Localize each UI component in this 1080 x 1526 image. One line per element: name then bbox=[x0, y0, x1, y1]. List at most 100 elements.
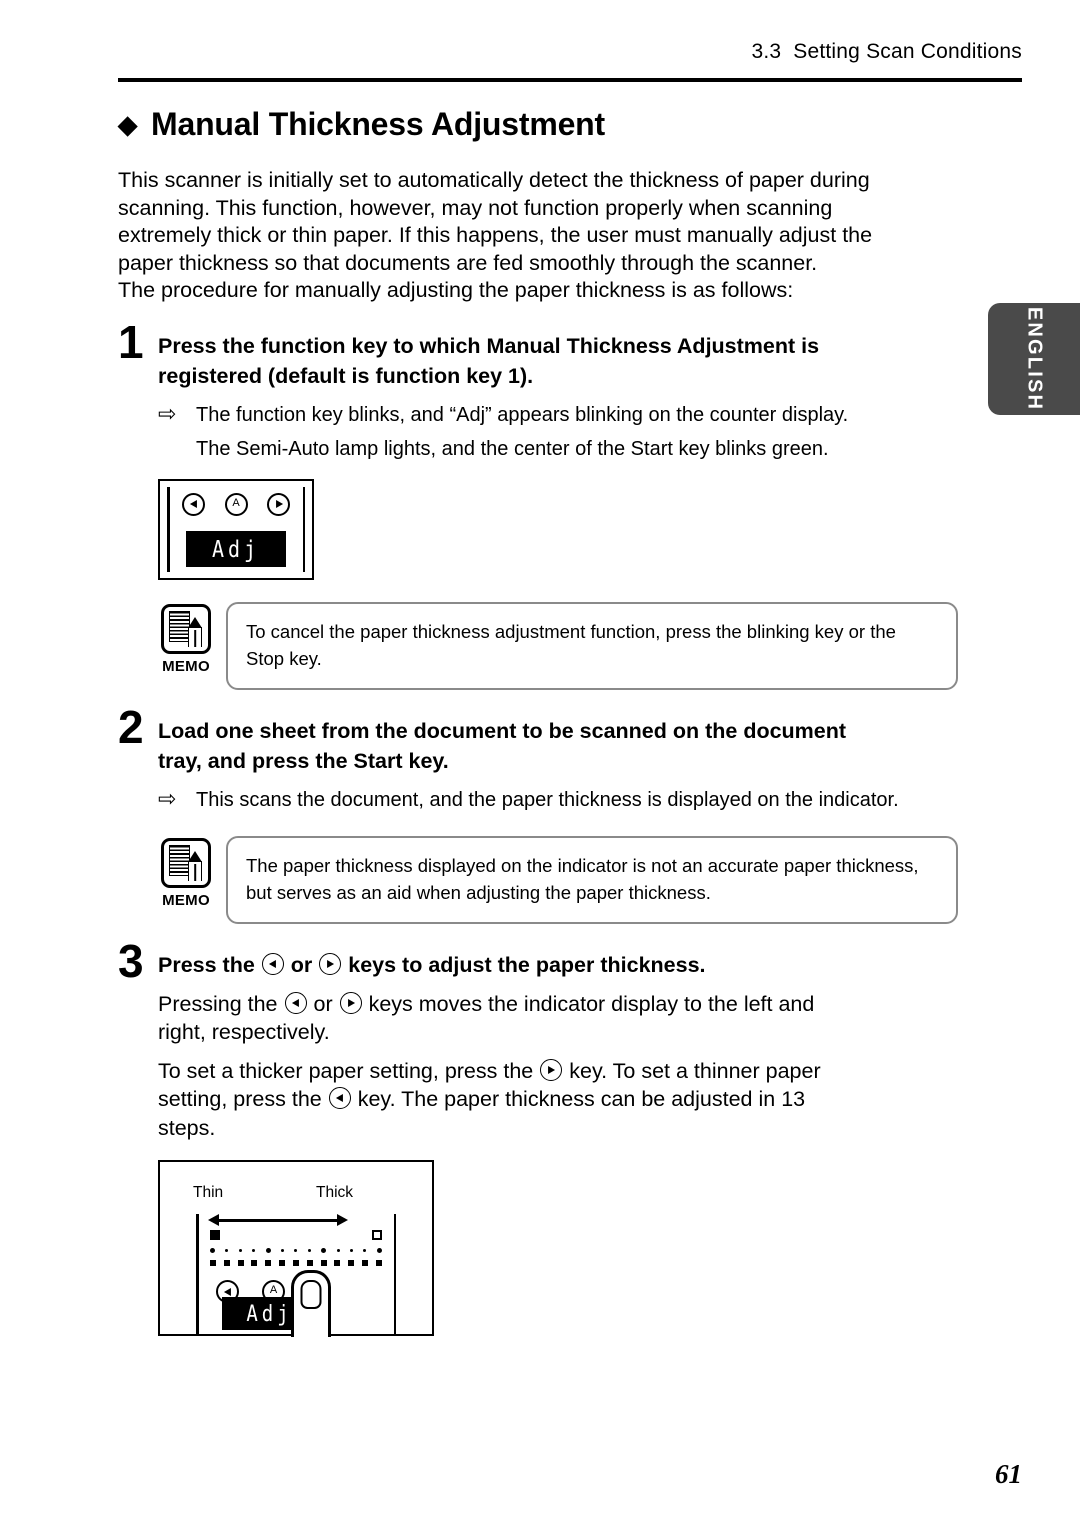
counter-display-text: Adj bbox=[246, 1300, 293, 1327]
indicator-dot bbox=[265, 1248, 271, 1253]
step-1-number: 1 bbox=[118, 315, 144, 368]
indicator-dot bbox=[307, 1249, 311, 1252]
label-thin: Thin bbox=[193, 1184, 224, 1201]
step-3-paragraph-2: To set a thicker paper setting, press th… bbox=[158, 1057, 958, 1143]
result-arrow-icon: ⇨ bbox=[158, 785, 177, 811]
step-1-title-line-1: Press the function key to which Manual T… bbox=[158, 333, 820, 358]
header-section-number: 3.3 bbox=[751, 40, 782, 63]
step-3-p2-pre: To set a thicker paper setting, press th… bbox=[158, 1058, 534, 1083]
filled-square-marker-icon bbox=[210, 1230, 220, 1240]
step-3-title: Press the or keys to adjust the paper th… bbox=[158, 950, 958, 980]
finger-pressing-right-key-icon bbox=[291, 1270, 331, 1337]
indicator-dot bbox=[252, 1249, 256, 1252]
right-arrow-key-icon bbox=[540, 1058, 563, 1081]
memo-2-line-2: but serves as an aid when adjusting the … bbox=[246, 881, 711, 903]
memo-2-line-1: The paper thickness displayed on the ind… bbox=[246, 854, 919, 876]
fingernail-icon bbox=[300, 1280, 322, 1309]
step-2-result-text: This scans the document, and the paper t… bbox=[196, 788, 899, 811]
language-side-tab-label: ENGLISH bbox=[1023, 306, 1046, 412]
hollow-square-marker-icon bbox=[372, 1230, 382, 1240]
pencil-body-icon bbox=[188, 860, 202, 881]
pencil-body-icon bbox=[188, 626, 202, 647]
indicator-square bbox=[362, 1260, 369, 1266]
indicator-square bbox=[279, 1260, 286, 1266]
step-3-p1-pre: Pressing the bbox=[158, 991, 278, 1016]
memo-label-1: MEMO bbox=[162, 657, 210, 675]
step-1: 1 Press the function key to which Manual… bbox=[118, 319, 958, 690]
indicator-square bbox=[375, 1260, 382, 1266]
step-3-title-post: keys to adjust the paper thickness. bbox=[348, 952, 706, 977]
step-3: 3 Press the or keys to adjust the paper … bbox=[118, 938, 958, 1337]
indicator-square bbox=[306, 1260, 313, 1266]
step-3-p1-line-2: right, respectively. bbox=[158, 1020, 330, 1044]
indicator-square-row bbox=[210, 1260, 382, 1266]
indicator-dot bbox=[350, 1249, 354, 1252]
step-2-title-line-1: Load one sheet from the document to be s… bbox=[158, 718, 847, 743]
memo-icon-wrap-1: MEMO bbox=[158, 602, 214, 675]
step-3-title-mid: or bbox=[290, 952, 313, 977]
indicator-end-markers bbox=[210, 1230, 382, 1241]
step-1-result: ⇨ The function key blinks, and “Adj” app… bbox=[158, 401, 958, 429]
step-3-p2-mid: key. To set a thinner paper bbox=[569, 1058, 821, 1083]
step-3-title-pre: Press the bbox=[158, 952, 255, 977]
left-arrow-key-icon bbox=[182, 492, 205, 516]
memo-1-line-2: Stop key. bbox=[246, 647, 322, 669]
indicator-dot bbox=[336, 1249, 340, 1252]
indicator-square bbox=[320, 1260, 327, 1266]
left-arrow-key-icon bbox=[328, 1087, 351, 1109]
step-2-title: Load one sheet from the document to be s… bbox=[158, 716, 958, 776]
label-thick: Thick bbox=[316, 1184, 354, 1201]
memo-document-pencil-icon bbox=[161, 837, 211, 888]
panel-rail-left bbox=[167, 486, 170, 572]
step-3-p2-line-2: setting, press the key. The paper thickn… bbox=[158, 1085, 958, 1114]
diamond-bullet-icon: ◆ bbox=[118, 111, 138, 139]
memo-text-box-1: To cancel the paper thickness adjustment… bbox=[226, 601, 958, 690]
step-1-title: Press the function key to which Manual T… bbox=[158, 331, 958, 391]
header-divider-rule bbox=[118, 78, 1022, 82]
panel-rail-right bbox=[393, 1214, 396, 1334]
step-3-p2-line2-pre: setting, press the bbox=[158, 1087, 322, 1111]
step-3-p1-line-1: Pressing the or keys moves the indicator… bbox=[158, 990, 958, 1019]
arrow-head-right bbox=[337, 1214, 348, 1226]
left-arrow-key-icon bbox=[284, 991, 307, 1014]
memo-1-line-1: To cancel the paper thickness adjustment… bbox=[246, 620, 896, 642]
result-arrow-icon: ⇨ bbox=[158, 400, 177, 426]
step-1-result-sub: The Semi-Auto lamp lights, and the cente… bbox=[196, 437, 829, 460]
panel-button-row: A bbox=[182, 492, 290, 516]
panel-rail-right bbox=[302, 486, 305, 572]
page-number: 61 bbox=[995, 1459, 1022, 1489]
indicator-square bbox=[292, 1260, 299, 1266]
figure-thickness-panel: Thin Thick A Adj bbox=[158, 1160, 434, 1337]
figure-control-panel: A Adj bbox=[158, 478, 314, 580]
right-arrow-key-icon bbox=[339, 991, 362, 1014]
step-2-number: 2 bbox=[118, 700, 144, 753]
memo-text-box-2: The paper thickness displayed on the ind… bbox=[226, 835, 958, 924]
indicator-dot bbox=[363, 1249, 367, 1252]
indicator-dot bbox=[294, 1249, 298, 1252]
indicator-dot bbox=[210, 1248, 215, 1253]
indicator-square bbox=[251, 1260, 258, 1266]
memo-block-1: MEMO To cancel the paper thickness adjus… bbox=[158, 601, 958, 690]
page-title: ◆ Manual Thickness Adjustment bbox=[118, 106, 958, 143]
step-3-p2-line2-post: key. The paper thickness can be adjusted… bbox=[357, 1087, 806, 1111]
intro-line-3: extremely thick or thin paper. If this h… bbox=[118, 223, 873, 247]
indicator-dot bbox=[321, 1248, 327, 1253]
memo-block-2: MEMO The paper thickness displayed on th… bbox=[158, 835, 958, 924]
step-3-p1-post: keys moves the indicator display to the … bbox=[368, 991, 815, 1016]
indicator-dot-row bbox=[210, 1248, 382, 1253]
counter-display: Adj bbox=[186, 530, 286, 567]
indicator-dot bbox=[225, 1249, 229, 1252]
step-1-title-line-2: registered (default is function key 1). bbox=[158, 363, 534, 388]
step-3-title-line-1: Press the or keys to adjust the paper th… bbox=[158, 950, 958, 980]
step-3-paragraph-1: Pressing the or keys moves the indicator… bbox=[158, 990, 958, 1047]
intro-line-4: paper thickness so that documents are fe… bbox=[118, 250, 818, 275]
indicator-square bbox=[348, 1260, 355, 1266]
counter-display-text: Adj bbox=[211, 534, 261, 563]
step-2-title-line-2: tray, and press the Start key. bbox=[158, 748, 449, 773]
language-side-tab: ENGLISH bbox=[988, 303, 1080, 415]
page-content: ◆ Manual Thickness Adjustment This scann… bbox=[118, 106, 958, 1337]
right-arrow-key-icon bbox=[267, 492, 290, 516]
memo-icon-wrap-2: MEMO bbox=[158, 836, 214, 909]
indicator-dot bbox=[376, 1248, 382, 1253]
step-1-result-text: The function key blinks, and “Adj” appea… bbox=[196, 403, 849, 426]
